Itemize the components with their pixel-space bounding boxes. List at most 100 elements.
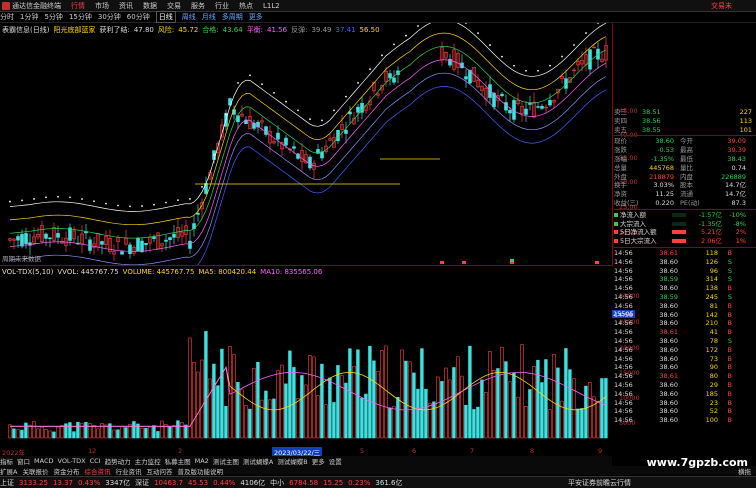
period-tab[interactable]: 30分钟	[98, 12, 121, 22]
indicator-tab[interactable]: 更多	[312, 456, 325, 466]
top-menu-item[interactable]: 热点	[239, 1, 253, 11]
band-line	[9, 59, 607, 252]
tick-time: 14:56	[614, 284, 633, 293]
tick-flag: B	[727, 354, 732, 363]
candle-body	[464, 76, 468, 80]
period-tab[interactable]: 分时	[0, 12, 14, 22]
volume-bar	[148, 426, 152, 439]
volume-panel[interactable]	[0, 268, 612, 446]
indicator-tab[interactable]: CCI	[90, 457, 101, 465]
volume-bar	[492, 370, 496, 439]
volume-bar	[276, 370, 280, 439]
candle-body	[284, 137, 288, 146]
flow-percent: -8%	[733, 219, 746, 228]
tick-price: 38.59	[659, 275, 678, 284]
quote-label: 收益(三)	[614, 198, 638, 207]
period-tab[interactable]: 1分钟	[20, 12, 38, 22]
extension-tab[interactable]: 资金分布	[53, 466, 79, 476]
volume-chart[interactable]	[0, 268, 612, 446]
index-name[interactable]: 上证	[0, 478, 14, 488]
top-menu-item[interactable]: 数据	[143, 1, 157, 11]
volume-bar	[68, 422, 72, 439]
tick-volume: 90	[709, 363, 718, 372]
tick-flag: B	[727, 372, 732, 381]
band-dot	[513, 64, 515, 67]
indicator-tab[interactable]: 私募主图	[165, 456, 191, 466]
volume-bar	[372, 360, 376, 439]
quote-label: 总量	[614, 163, 627, 172]
band-dot	[225, 113, 227, 116]
indicator-name[interactable]: 阳光底部蓝家	[53, 25, 95, 35]
period-tab[interactable]: 多周期	[222, 12, 243, 22]
trade-link[interactable]: 交易未	[711, 1, 732, 11]
date-label: 2	[178, 447, 183, 455]
extension-tab[interactable]: 行业资讯	[115, 466, 141, 476]
period-tab[interactable]: 60分钟	[127, 12, 150, 22]
top-menu-item[interactable]: 市场	[95, 1, 109, 11]
broker-name: 平安证券前瞻云行情	[568, 478, 631, 487]
extension-tab[interactable]: 互动问答	[146, 466, 172, 476]
tick-volume: 73	[709, 354, 718, 363]
top-menu-item[interactable]: 服务	[191, 1, 205, 11]
volume-bar	[48, 430, 52, 439]
volume-bar	[76, 421, 80, 439]
top-menu-item[interactable]: 行业	[215, 1, 229, 11]
tick-flag: S	[727, 257, 732, 266]
band-dot	[57, 195, 59, 198]
indicator-tab[interactable]: 设置	[329, 456, 342, 466]
main-chart-panel[interactable]	[0, 13, 613, 279]
period-tab[interactable]: 周线	[182, 12, 196, 22]
period-tab[interactable]: 更多	[249, 12, 263, 22]
period-tab[interactable]: 15分钟	[69, 12, 92, 22]
tick-time: 14:56	[614, 345, 633, 354]
indicator-tab[interactable]: 主力监控	[135, 456, 161, 466]
volume-bar	[140, 427, 144, 439]
candlestick-chart[interactable]	[0, 13, 612, 279]
tick-flag: B	[727, 319, 732, 328]
candle-body	[356, 106, 360, 113]
volume-bar	[152, 425, 156, 439]
period-tab[interactable]: 月线	[202, 12, 216, 22]
top-menu-item[interactable]: 交易	[167, 1, 181, 11]
quote-row: 14:56 38.60 126 S	[614, 258, 756, 267]
extension-tab[interactable]: 关联报价	[22, 466, 48, 476]
indicator-tab[interactable]: 测试主图	[213, 456, 239, 466]
volume-bar	[584, 385, 588, 439]
volume-bar	[24, 422, 28, 439]
volume-bar	[460, 375, 464, 439]
index-name[interactable]: 深证	[135, 478, 149, 488]
indicator-tab[interactable]: 窗口	[17, 456, 30, 466]
extension-tab[interactable]: 综合资讯	[84, 466, 110, 476]
period-tab[interactable]: 5分钟	[44, 12, 62, 22]
indicator-b-value: 45.72	[178, 26, 199, 34]
volume-bar	[224, 406, 228, 439]
tick-flag: S	[727, 275, 732, 284]
indicator-tab[interactable]: 指标	[0, 456, 13, 466]
indicator-tab[interactable]: 测试蝴蝶A	[243, 456, 273, 466]
index-name[interactable]: 中小	[270, 478, 284, 488]
extension-tab[interactable]: 扩展A	[0, 466, 17, 476]
indicator-tab[interactable]: MACD	[34, 457, 53, 465]
quote-row: 14:56 38.61 118 B	[614, 249, 756, 258]
extension-tab[interactable]: 普及版功能说明	[177, 466, 223, 476]
quote-value: 39.39	[727, 146, 746, 155]
indicator-tab[interactable]: 趋势动力	[105, 456, 131, 466]
period-tab[interactable]: 日线	[155, 11, 176, 23]
site-watermark: www.7gpzb.com	[646, 456, 748, 469]
quote-row: 换手 3.03% 股本 14.7亿	[614, 181, 756, 190]
flow-label: 净流入额	[620, 210, 646, 219]
indicator-tab[interactable]: VOL-TDX	[57, 457, 85, 465]
candle-body	[524, 108, 528, 115]
top-menu-item[interactable]: 资讯	[119, 1, 133, 11]
band-dot	[465, 22, 467, 24]
tick-volume: 142	[705, 310, 718, 319]
top-menu-item[interactable]: L1L2	[263, 2, 280, 10]
quote-label: 现价	[614, 137, 627, 146]
quote-label: 外盘	[614, 172, 627, 181]
candle-body	[388, 73, 392, 79]
indicator-tab[interactable]: MA2	[195, 457, 209, 465]
top-menu-item[interactable]: 行情	[71, 1, 85, 11]
volume-bar	[496, 368, 500, 439]
indicator-tab[interactable]: 测试蝴蝶B	[277, 456, 307, 466]
volume-bar	[480, 379, 484, 439]
